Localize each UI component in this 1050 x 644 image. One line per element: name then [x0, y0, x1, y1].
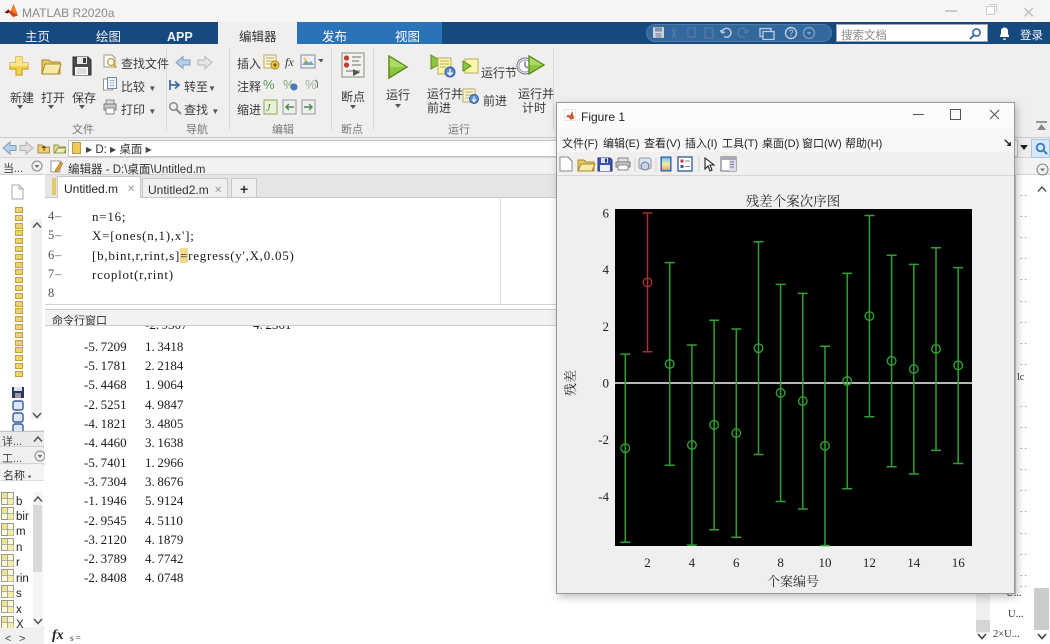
- svg-text:10: 10: [819, 555, 832, 570]
- svg-text:2: 2: [644, 555, 651, 570]
- svg-text:6: 6: [733, 555, 740, 570]
- svg-text:4: 4: [689, 555, 696, 570]
- svg-text:6: 6: [603, 206, 610, 221]
- svg-text:4: 4: [603, 262, 610, 277]
- svg-text:2: 2: [603, 319, 610, 334]
- svg-text:%: %: [263, 77, 275, 92]
- svg-text:8: 8: [777, 555, 784, 570]
- svg-text:个案编号: 个案编号: [767, 571, 819, 590]
- svg-text:12: 12: [863, 555, 876, 570]
- svg-text:J: J: [266, 103, 271, 114]
- svg-text:fx: fx: [285, 55, 294, 69]
- svg-text:14: 14: [907, 555, 921, 570]
- svg-text:残差个案次序图: 残差个案次序图: [746, 190, 841, 210]
- svg-text:16: 16: [952, 555, 966, 570]
- svg-text:-2: -2: [598, 432, 609, 447]
- svg-text:残差: 残差: [560, 370, 579, 396]
- svg-text:%: %: [305, 77, 317, 92]
- svg-text:0: 0: [603, 376, 610, 391]
- svg-text:-4: -4: [598, 489, 609, 504]
- svg-text:?: ?: [789, 28, 794, 38]
